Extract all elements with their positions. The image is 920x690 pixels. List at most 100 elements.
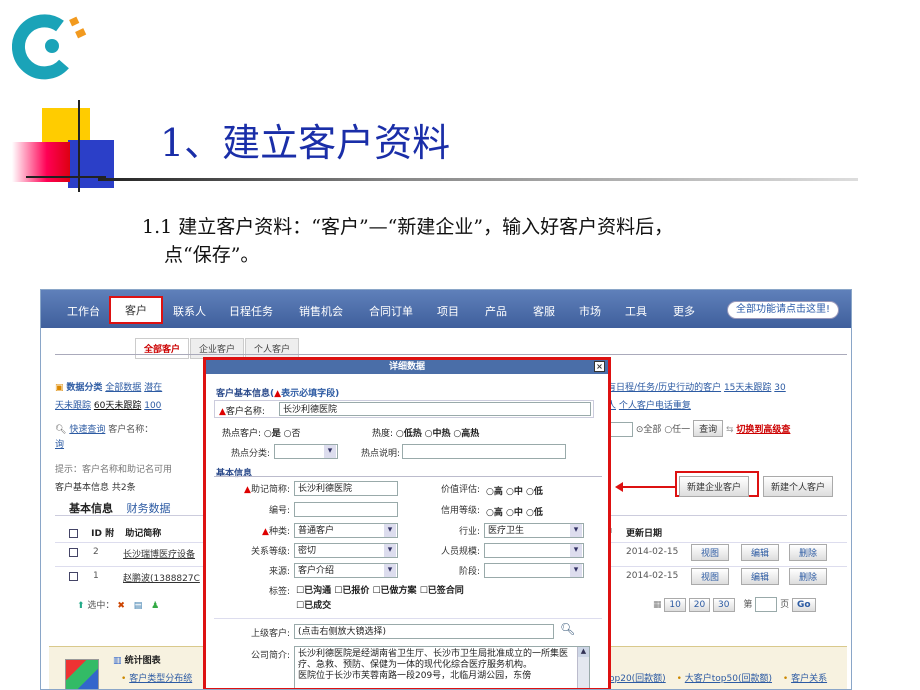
close-icon[interactable]: × bbox=[594, 361, 605, 372]
hot-category-select[interactable] bbox=[274, 444, 338, 459]
go-button[interactable]: Go bbox=[792, 598, 816, 612]
relation-select[interactable]: 密切 bbox=[294, 543, 398, 558]
tab-personal-customers[interactable]: 个人客户 bbox=[245, 338, 300, 359]
tag-checkbox[interactable]: ☐ bbox=[420, 586, 428, 596]
filter-30days[interactable]: 30 bbox=[774, 383, 785, 393]
radio-heat-low[interactable]: ○ bbox=[396, 429, 404, 439]
radio-hot-yes[interactable]: ○ bbox=[264, 429, 272, 439]
magnifier-icon[interactable]: 🔍︎ bbox=[560, 622, 575, 636]
alias-input[interactable]: 长沙利德医院 bbox=[294, 481, 398, 496]
page-size-10[interactable]: 10 bbox=[664, 598, 686, 612]
nav-service[interactable]: 客服 bbox=[533, 303, 555, 319]
code-label: 编号: bbox=[268, 506, 290, 516]
transfer-icon[interactable]: ♟ bbox=[151, 601, 159, 611]
tab-company-customers[interactable]: 企业客户 bbox=[190, 338, 245, 359]
col-update-date[interactable]: 更新日期 bbox=[626, 526, 662, 539]
nav-contacts[interactable]: 联系人 bbox=[173, 303, 206, 319]
hot-note-input[interactable] bbox=[402, 444, 566, 459]
hint-text: 提示：客户名称和助记名可用 bbox=[55, 465, 173, 475]
delete-selected-icon[interactable]: ✖ bbox=[117, 601, 125, 611]
select-all-checkbox[interactable] bbox=[69, 529, 78, 538]
arrow-up-icon: ⬆ bbox=[77, 601, 85, 611]
tag-checkbox[interactable]: ☐ bbox=[372, 586, 380, 596]
edit-button[interactable]: 编辑 bbox=[741, 544, 780, 561]
col-alias[interactable]: 助记简称 bbox=[125, 529, 161, 539]
stats-customer-type-link[interactable]: 客户类型分布统 bbox=[129, 674, 192, 684]
nav-project[interactable]: 项目 bbox=[437, 303, 459, 319]
row-name[interactable]: 赵鹏波(1388827C bbox=[123, 571, 200, 584]
nav-market[interactable]: 市场 bbox=[579, 303, 601, 319]
filter-15days[interactable]: 15天未跟踪 bbox=[724, 383, 771, 393]
col-id[interactable]: ID bbox=[91, 529, 102, 539]
search-controls: ⊙全部 ○任一 查询 ⇆ 切换到高级查 bbox=[607, 420, 790, 437]
row-checkbox[interactable] bbox=[69, 548, 78, 557]
new-company-button[interactable]: 新建企业客户 bbox=[679, 476, 750, 497]
nav-opportunity[interactable]: 销售机会 bbox=[299, 303, 343, 319]
tab-all-customers[interactable]: 全部客户 bbox=[135, 338, 190, 359]
delete-button[interactable]: 删除 bbox=[789, 544, 828, 561]
nav-more[interactable]: 更多 bbox=[673, 303, 695, 319]
decor-squares bbox=[12, 100, 132, 200]
nav-schedule[interactable]: 日程任务 bbox=[229, 303, 273, 319]
parent-input[interactable]: (点击右侧放大镜选择) bbox=[294, 624, 554, 639]
customer-name-input[interactable]: 长沙利德医院 bbox=[279, 402, 591, 416]
filter-has-schedule[interactable]: 有日程/任务/历史行动的客户 bbox=[607, 383, 721, 393]
advanced-search-link[interactable]: 切换到高级查 bbox=[736, 425, 790, 435]
nav-product[interactable]: 产品 bbox=[485, 303, 507, 319]
search-button[interactable]: 查询 bbox=[693, 420, 724, 437]
filter-potential[interactable]: 潜在 bbox=[144, 383, 162, 393]
value-eval-radios[interactable]: ○高 ○中 ○低 bbox=[486, 484, 543, 497]
intro-textarea[interactable]: 长沙利德医院是经湖南省卫生厅、长沙市卫生局批准成立的一所集医疗、急救、预防、保健… bbox=[294, 646, 590, 688]
filter-100[interactable]: 100 bbox=[144, 401, 161, 411]
filter-days[interactable]: 天未跟踪 bbox=[55, 401, 91, 411]
nav-workbench[interactable]: 工作台 bbox=[67, 303, 100, 319]
page-size-20[interactable]: 20 bbox=[688, 598, 711, 612]
stats-relation-link[interactable]: 客户关系 bbox=[791, 674, 827, 684]
view-button[interactable]: 视图 bbox=[691, 544, 730, 561]
industry-select[interactable]: 医疗卫生 bbox=[484, 523, 584, 538]
filter-phone-duplicate[interactable]: 个人客户电话重复 bbox=[619, 401, 691, 411]
tag-checkbox[interactable]: ☐ bbox=[296, 601, 304, 611]
radio-hot-no[interactable]: ○ bbox=[284, 429, 292, 439]
quick-search-label[interactable]: 快速查询 bbox=[69, 425, 105, 435]
quick-search-line2[interactable]: 询 bbox=[55, 437, 64, 450]
page-number-input[interactable] bbox=[755, 597, 778, 612]
alias-label-text: 助记简称: bbox=[250, 485, 290, 495]
source-select[interactable]: 客户介绍 bbox=[294, 563, 398, 578]
credit-radios[interactable]: ○高 ○中 ○低 bbox=[486, 505, 543, 518]
radio-any[interactable]: ○ bbox=[664, 425, 672, 435]
view-button[interactable]: 视图 bbox=[691, 568, 730, 585]
page-size-30[interactable]: 30 bbox=[713, 598, 735, 612]
new-person-button[interactable]: 新建个人客户 bbox=[763, 476, 834, 497]
sub-tab-finance[interactable]: 财务数据 bbox=[127, 502, 171, 515]
delete-button[interactable]: 删除 bbox=[789, 568, 828, 585]
tag-checkbox[interactable]: ☐ bbox=[296, 586, 304, 596]
nav-tools[interactable]: 工具 bbox=[625, 303, 647, 319]
logo bbox=[11, 8, 92, 80]
row-name[interactable]: 长沙瑞博医疗设备 bbox=[123, 547, 195, 560]
edit-button[interactable]: 编辑 bbox=[741, 568, 780, 585]
code-input[interactable] bbox=[294, 502, 398, 517]
parent-label: 上级客户: bbox=[250, 629, 290, 639]
stats-top20-link[interactable]: op20(回款额) bbox=[609, 674, 666, 684]
stats-top50-link[interactable]: 大客户top50(回款额) bbox=[685, 674, 772, 684]
tags-group: ☐已沟通 ☐已报价 ☐已做方案 ☐已签合同 ☐已成交 bbox=[296, 584, 586, 614]
stage-select[interactable] bbox=[484, 563, 584, 578]
customer-tabs: 全部客户 企业客户 个人客户 bbox=[135, 337, 300, 359]
col-attach: 附 bbox=[105, 529, 115, 539]
name-label: ▲客户名称: bbox=[219, 404, 265, 417]
nav-orders[interactable]: 合同订单 bbox=[369, 303, 413, 319]
row-checkbox[interactable] bbox=[69, 572, 78, 581]
move-icon[interactable]: ▤ bbox=[134, 601, 143, 611]
filter-line2: 天未跟踪 60天未跟踪 100 bbox=[55, 398, 161, 411]
filter-all[interactable]: 全部数据 bbox=[105, 383, 141, 393]
textarea-scrollbar[interactable]: ▲ bbox=[577, 647, 589, 688]
nav-customer[interactable]: 客户 bbox=[109, 296, 163, 324]
sub-tab-basic[interactable]: 基本信息 bbox=[69, 502, 113, 515]
staff-select[interactable] bbox=[484, 543, 584, 558]
type-select[interactable]: 普通客户 bbox=[294, 523, 398, 538]
radio-heat-mid[interactable]: ○ bbox=[425, 429, 433, 439]
all-functions-button[interactable]: 全部功能请点击这里! bbox=[727, 301, 840, 319]
filter-60days[interactable]: 60天未跟踪 bbox=[94, 401, 141, 411]
tag-communicated: 已沟通 bbox=[304, 586, 332, 596]
